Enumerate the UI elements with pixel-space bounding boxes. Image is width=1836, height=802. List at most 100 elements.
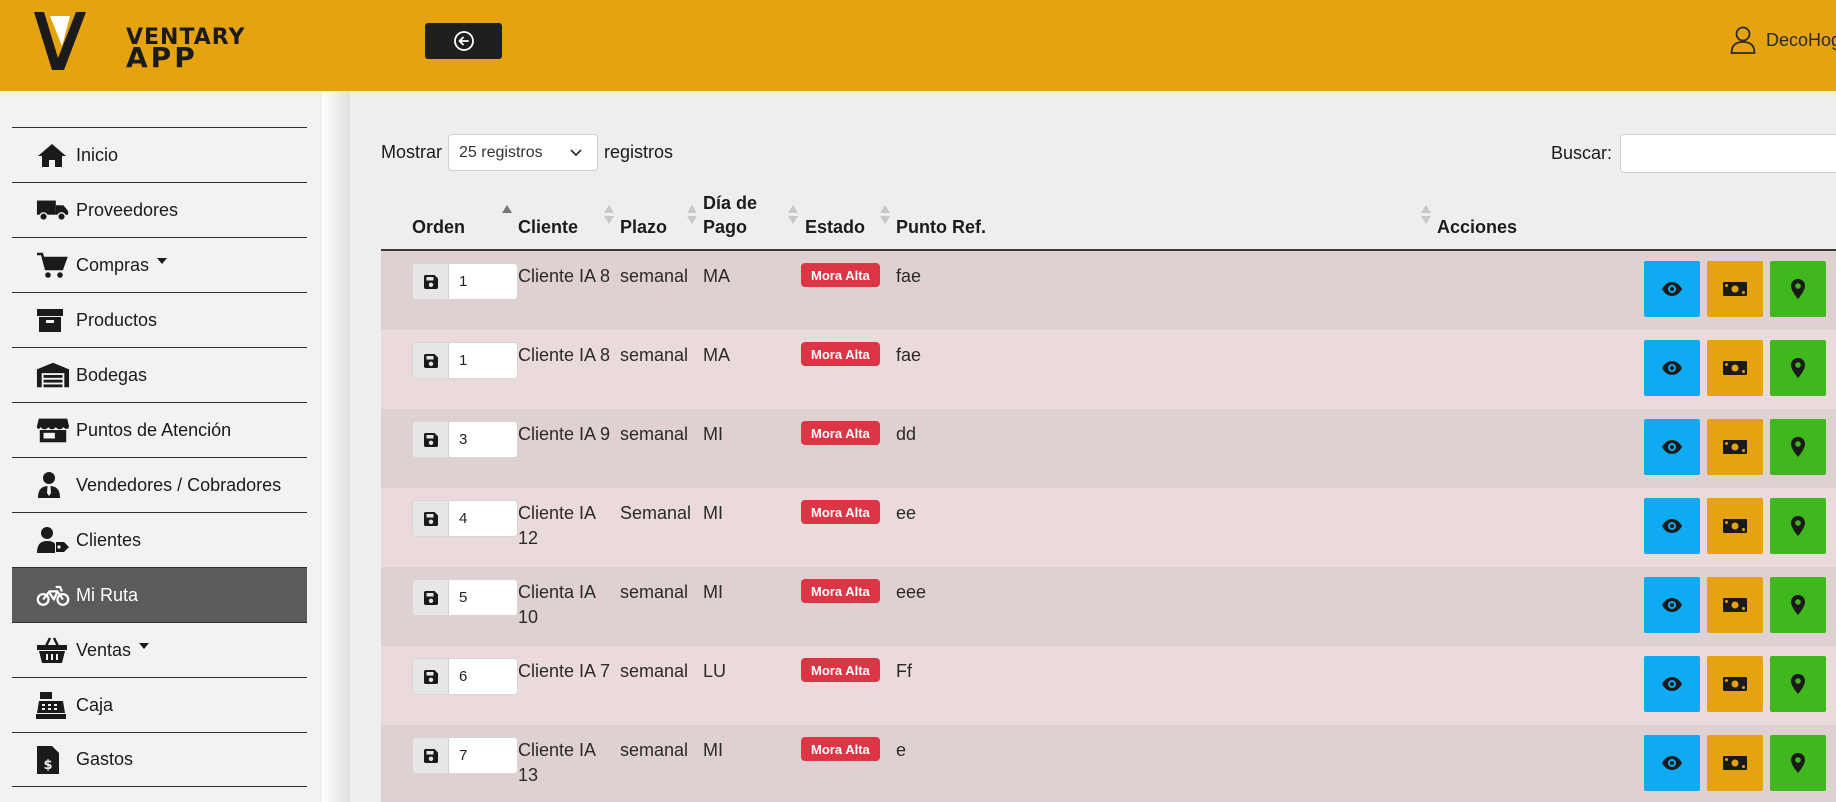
column-header-dia-de-pago[interactable]: Día de Pago bbox=[703, 191, 757, 239]
row-actions bbox=[1644, 261, 1826, 317]
payment-button[interactable] bbox=[1707, 735, 1763, 791]
location-button[interactable] bbox=[1770, 656, 1826, 712]
order-value: 7 bbox=[459, 747, 468, 764]
save-order-button[interactable] bbox=[413, 422, 449, 457]
sort-asc-icon[interactable] bbox=[502, 205, 512, 225]
order-value: 3 bbox=[459, 431, 468, 448]
sidebar-item-mi-ruta[interactable]: Mi Ruta bbox=[12, 567, 307, 622]
floppy-disk-icon bbox=[423, 274, 438, 289]
chevron-down-icon bbox=[157, 258, 168, 264]
view-button[interactable] bbox=[1644, 498, 1700, 554]
cell-punto-ref: fae bbox=[896, 266, 922, 286]
show-label: Mostrar bbox=[381, 142, 443, 162]
table-row: 7 Cliente IA 13 semanal MI Mora Alta e bbox=[381, 725, 1836, 802]
cell-punto-ref: dd bbox=[896, 424, 917, 444]
column-header-orden[interactable]: Orden bbox=[412, 215, 465, 239]
table-header: Orden Cliente Plazo Día de Pago Estado P… bbox=[381, 188, 1836, 251]
sidebar-item-ventas[interactable]: Ventas bbox=[12, 622, 307, 677]
sidebar-item-bodegas[interactable]: Bodegas bbox=[12, 347, 307, 402]
view-button[interactable] bbox=[1644, 656, 1700, 712]
column-header-estado[interactable]: Estado bbox=[805, 215, 865, 239]
order-input[interactable]: 1 bbox=[449, 343, 517, 378]
search-input[interactable] bbox=[1620, 134, 1836, 173]
payment-button[interactable] bbox=[1707, 656, 1763, 712]
sort-icon[interactable] bbox=[788, 205, 798, 225]
user-tie-icon bbox=[36, 470, 70, 500]
money-bill-icon bbox=[1723, 677, 1747, 691]
payment-button[interactable] bbox=[1707, 498, 1763, 554]
order-input[interactable]: 6 bbox=[449, 659, 517, 694]
sidebar-item-label: Proveedores bbox=[76, 199, 179, 220]
sidebar-item-inicio[interactable]: Inicio bbox=[12, 127, 307, 182]
order-input[interactable]: 1 bbox=[449, 264, 517, 299]
logo-v-mark bbox=[34, 12, 86, 70]
app-logo[interactable]: VENTARY APP bbox=[30, 10, 244, 72]
sidebar-item-gastos[interactable]: $ Gastos bbox=[12, 732, 307, 787]
sidebar-item-label: Mi Ruta bbox=[76, 584, 139, 605]
view-button[interactable] bbox=[1644, 340, 1700, 396]
row-actions bbox=[1644, 498, 1826, 554]
sidebar-toggle-button[interactable] bbox=[425, 23, 502, 59]
table-row: 1 Cliente IA 8 semanal MA Mora Alta fae bbox=[381, 330, 1836, 409]
sidebar-item-compras[interactable]: Compras bbox=[12, 237, 307, 292]
location-button[interactable] bbox=[1770, 261, 1826, 317]
payment-button[interactable] bbox=[1707, 340, 1763, 396]
sort-icon[interactable] bbox=[687, 205, 697, 225]
column-header-plazo[interactable]: Plazo bbox=[620, 215, 667, 239]
order-input[interactable]: 7 bbox=[449, 738, 517, 773]
location-button[interactable] bbox=[1770, 340, 1826, 396]
payment-button[interactable] bbox=[1707, 261, 1763, 317]
cell-plazo: Semanal bbox=[620, 503, 692, 523]
sidebar-item-clientes[interactable]: Clientes bbox=[12, 512, 307, 567]
money-bill-icon bbox=[1723, 519, 1747, 533]
sidebar-item-caja[interactable]: Caja bbox=[12, 677, 307, 732]
location-button[interactable] bbox=[1770, 419, 1826, 475]
order-input[interactable]: 4 bbox=[449, 501, 517, 536]
page-size-select[interactable]: 25 registros bbox=[448, 134, 599, 171]
records-label: registros bbox=[604, 142, 674, 162]
save-order-button[interactable] bbox=[413, 659, 449, 694]
logo-line2: APP bbox=[126, 41, 198, 74]
order-input[interactable]: 5 bbox=[449, 580, 517, 615]
column-header-punto-ref[interactable]: Punto Ref. bbox=[896, 215, 986, 239]
status-badge: Mora Alta bbox=[801, 421, 880, 445]
sidebar-item-proveedores[interactable]: Proveedores bbox=[12, 182, 307, 237]
location-button[interactable] bbox=[1770, 498, 1826, 554]
row-actions bbox=[1644, 735, 1826, 791]
sidebar-item-vendedores-cobradores[interactable]: Vendedores / Cobradores bbox=[12, 457, 307, 512]
user-menu[interactable]: DecoHogar bbox=[1730, 26, 1836, 54]
map-marker-icon bbox=[1791, 595, 1805, 615]
location-button[interactable] bbox=[1770, 735, 1826, 791]
view-button[interactable] bbox=[1644, 261, 1700, 317]
save-order-button[interactable] bbox=[413, 264, 449, 299]
cell-plazo: semanal bbox=[620, 582, 689, 602]
order-control: 3 bbox=[412, 421, 518, 458]
sort-icon[interactable] bbox=[604, 205, 614, 225]
cell-plazo: semanal bbox=[620, 345, 689, 365]
save-order-button[interactable] bbox=[413, 580, 449, 615]
payment-button[interactable] bbox=[1707, 419, 1763, 475]
save-order-button[interactable] bbox=[413, 501, 449, 536]
sort-icon[interactable] bbox=[1421, 205, 1431, 225]
order-control: 1 bbox=[412, 342, 518, 379]
view-button[interactable] bbox=[1644, 735, 1700, 791]
chevron-down-icon bbox=[139, 643, 150, 649]
sidebar-item-productos[interactable]: Productos bbox=[12, 292, 307, 347]
eye-icon bbox=[1662, 361, 1682, 375]
cell-dia-pago: LU bbox=[703, 661, 727, 681]
save-order-button[interactable] bbox=[413, 738, 449, 773]
payment-button[interactable] bbox=[1707, 577, 1763, 633]
eye-icon bbox=[1662, 440, 1682, 454]
save-order-button[interactable] bbox=[413, 343, 449, 378]
view-button[interactable] bbox=[1644, 419, 1700, 475]
map-marker-icon bbox=[1791, 358, 1805, 378]
user-tag-icon bbox=[36, 525, 70, 555]
order-input[interactable]: 3 bbox=[449, 422, 517, 457]
view-button[interactable] bbox=[1644, 577, 1700, 633]
money-bill-icon bbox=[1723, 282, 1747, 296]
column-header-cliente[interactable]: Cliente bbox=[518, 215, 578, 239]
cell-plazo: semanal bbox=[620, 424, 689, 444]
sort-icon[interactable] bbox=[880, 205, 890, 225]
location-button[interactable] bbox=[1770, 577, 1826, 633]
sidebar-item-puntos-de-atencion[interactable]: Puntos de Atención bbox=[12, 402, 307, 457]
